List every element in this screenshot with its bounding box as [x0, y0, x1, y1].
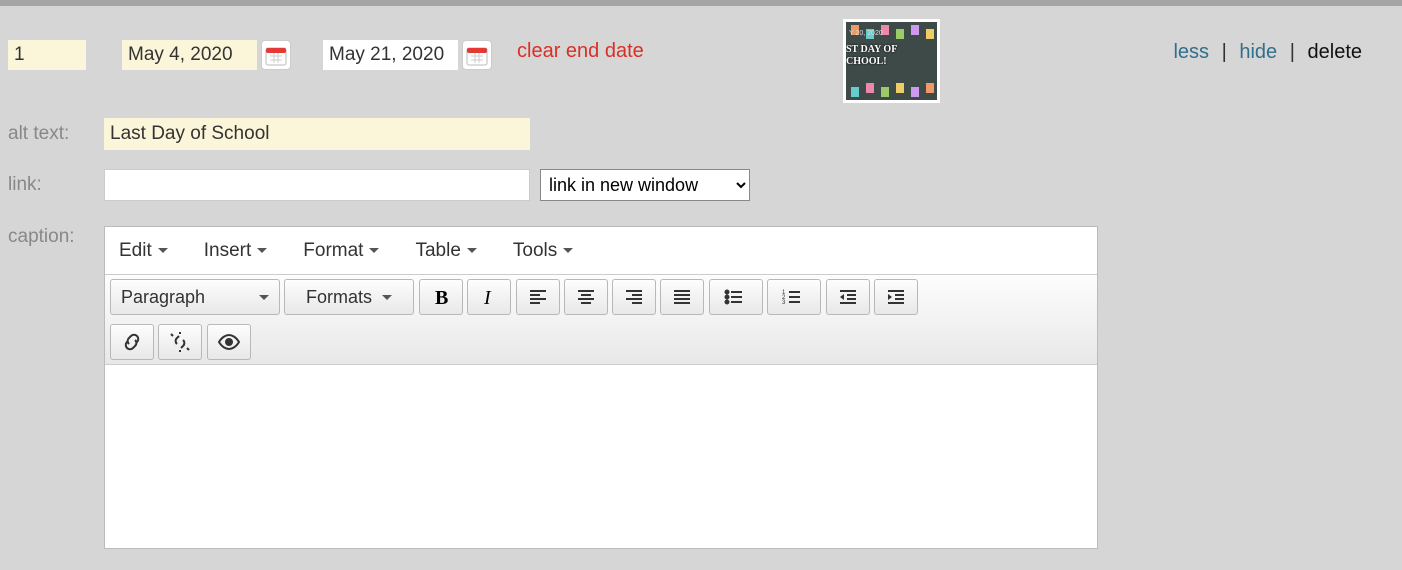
- align-center-button[interactable]: [564, 279, 608, 315]
- thumb-date-text: Y 20, 2020: [849, 30, 883, 37]
- alt-text-row: alt text:: [8, 118, 1394, 150]
- indent-button[interactable]: [874, 279, 918, 315]
- caret-down-icon: [467, 248, 477, 253]
- alt-text-input[interactable]: [104, 118, 530, 150]
- bold-button[interactable]: B: [419, 279, 463, 315]
- caption-label: caption:: [8, 226, 104, 248]
- outdent-button[interactable]: [826, 279, 870, 315]
- align-justify-button[interactable]: [660, 279, 704, 315]
- caret-down-icon: [382, 295, 392, 300]
- link-row: link: link in new window: [8, 169, 1394, 201]
- end-date-input[interactable]: [323, 40, 458, 70]
- top-row: clear end date: [8, 14, 1394, 114]
- menu-insert[interactable]: Insert: [195, 235, 277, 267]
- editor-content-area[interactable]: [105, 365, 1097, 548]
- toolbar-group-list: 123: [709, 279, 821, 315]
- less-link[interactable]: less: [1173, 41, 1209, 63]
- editor-menubar: Edit Insert Format Table Tools: [105, 227, 1097, 275]
- link-target-select[interactable]: link in new window: [540, 169, 750, 201]
- italic-button[interactable]: I: [467, 279, 511, 315]
- hide-link[interactable]: hide: [1239, 41, 1277, 63]
- align-left-button[interactable]: [516, 279, 560, 315]
- caret-down-icon: [259, 295, 269, 300]
- clear-end-date-link[interactable]: clear end date: [517, 40, 644, 63]
- toolbar-group-indent: [826, 279, 918, 315]
- alt-text-label: alt text:: [8, 123, 104, 145]
- svg-text:3: 3: [782, 300, 786, 306]
- formats-dropdown[interactable]: Formats: [284, 279, 414, 315]
- calendar-icon[interactable]: [462, 40, 492, 70]
- end-date-block: [323, 40, 492, 70]
- start-date-input[interactable]: [122, 40, 257, 70]
- paragraph-dropdown[interactable]: Paragraph: [110, 279, 280, 315]
- svg-text:B: B: [435, 287, 448, 307]
- rich-text-editor: Edit Insert Format Table Tools Paragraph…: [104, 226, 1098, 549]
- media-item-editor: { "sequence": "1", "startDate": "May 4, …: [0, 0, 1402, 570]
- toolbar-group-align: [516, 279, 704, 315]
- link-label: link:: [8, 174, 104, 196]
- toolbar-row-2: [110, 324, 1092, 360]
- media-thumbnail[interactable]: Y 20, 2020 ST DAY OFCHOOL!: [843, 19, 940, 103]
- toolbar-group-preview: [207, 324, 251, 360]
- preview-button[interactable]: [207, 324, 251, 360]
- svg-text:I: I: [483, 287, 492, 307]
- thumb-text: ST DAY OFCHOOL!: [846, 44, 897, 68]
- menu-format[interactable]: Format: [294, 235, 388, 267]
- link-button[interactable]: [110, 324, 154, 360]
- align-right-button[interactable]: [612, 279, 656, 315]
- caption-row: caption: Edit Insert Format Table Tools …: [8, 226, 1394, 549]
- toolbar-group-inline: B I: [419, 279, 511, 315]
- numbered-list-button[interactable]: 123: [767, 279, 821, 315]
- start-date-block: [122, 40, 291, 70]
- caret-down-icon: [563, 248, 573, 253]
- item-actions: less | hide | delete: [1173, 41, 1362, 64]
- caret-down-icon: [369, 248, 379, 253]
- editor-toolbar: Paragraph Formats B I 123: [105, 275, 1097, 365]
- menu-table[interactable]: Table: [406, 235, 485, 267]
- caret-down-icon: [158, 248, 168, 253]
- delete-link[interactable]: delete: [1308, 41, 1363, 63]
- caret-down-icon: [257, 248, 267, 253]
- toolbar-group-block: Paragraph Formats: [110, 279, 414, 315]
- bullet-list-button[interactable]: [709, 279, 763, 315]
- menu-tools[interactable]: Tools: [504, 235, 582, 267]
- toolbar-group-link: [110, 324, 202, 360]
- unlink-button[interactable]: [158, 324, 202, 360]
- menu-edit[interactable]: Edit: [110, 235, 177, 267]
- sequence-input[interactable]: [8, 40, 86, 70]
- calendar-icon[interactable]: [261, 40, 291, 70]
- link-input[interactable]: [104, 169, 530, 201]
